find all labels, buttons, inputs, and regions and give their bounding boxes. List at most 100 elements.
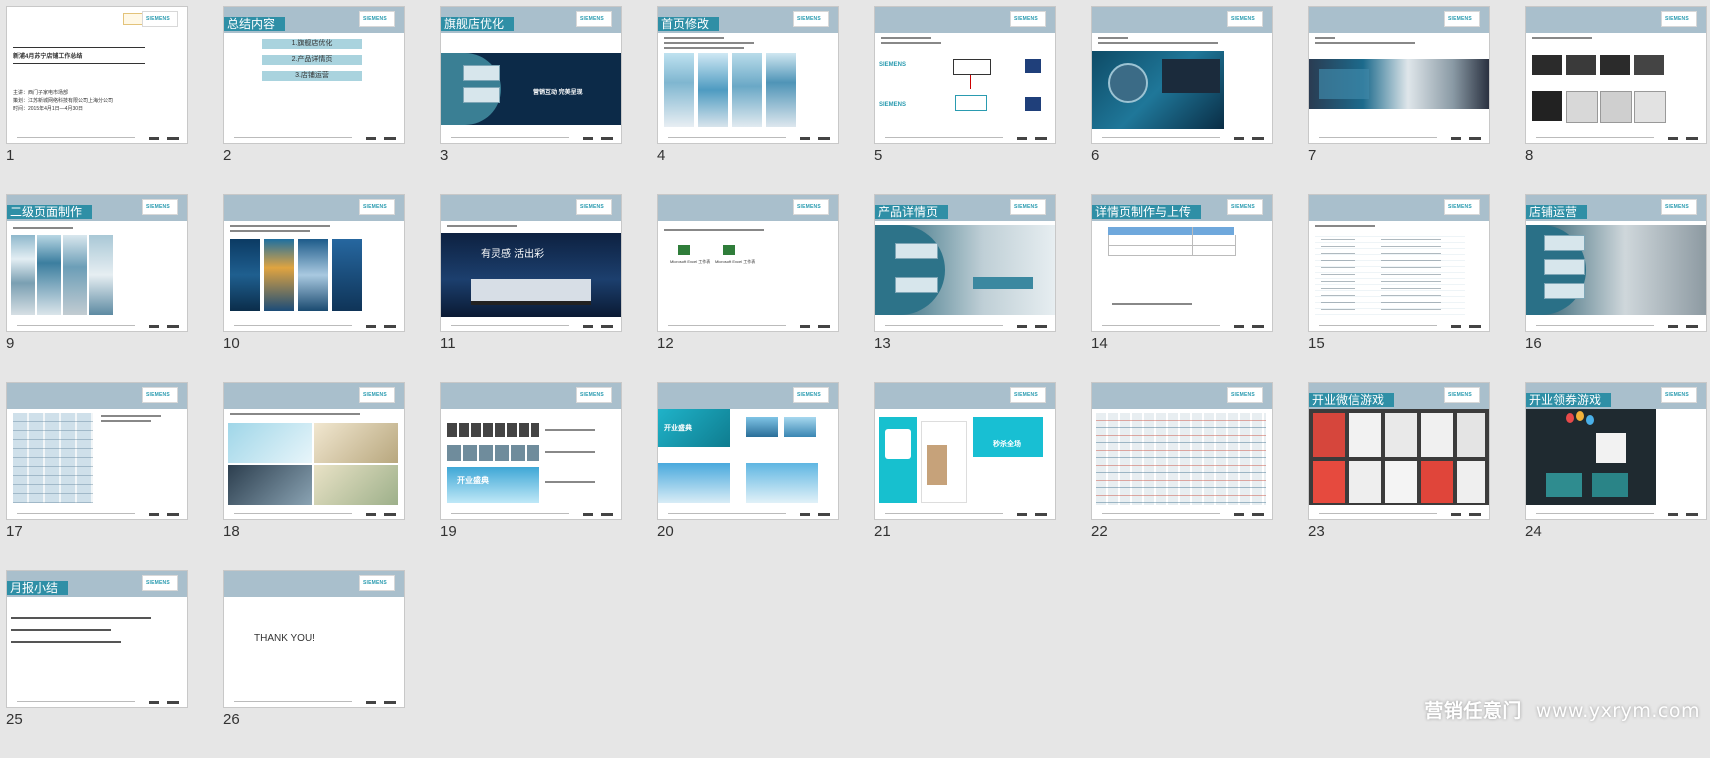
slide-thumbnail[interactable]: SIEMENS 开业盛典 — [440, 382, 622, 520]
slide-cell: 产品详情页 SIEMENS 13 — [874, 194, 1056, 382]
siemens-logo: SIEMENS — [1444, 11, 1480, 27]
flow-arrow-box — [895, 243, 938, 259]
slide-thumbnail[interactable]: 旗舰店优化 SIEMENS 营销互动 完美呈现 — [440, 6, 622, 144]
slide-thumbnail[interactable]: SIEMENS — [1308, 194, 1490, 332]
slide-thumbnail[interactable]: 详情页制作与上传 SIEMENS — [1091, 194, 1273, 332]
slide-number: 22 — [1091, 523, 1108, 540]
slide-thumbnail[interactable]: 月报小结 SIEMENS — [6, 570, 188, 708]
slide-title: 店铺运营 — [1526, 205, 1588, 219]
slide-number: 11 — [440, 335, 456, 352]
slide-thumbnail[interactable]: SIEMENS SIEMENS SIEMENS — [874, 6, 1056, 144]
slide-thumbnail[interactable]: 开业领券游戏 SIEMENS — [1525, 382, 1707, 520]
slide-number: 5 — [874, 147, 883, 164]
slide-number: 14 — [1091, 335, 1108, 352]
slide-cell: SIEMENS SIEMENS SIEMENS 5 — [874, 6, 1056, 194]
siemens-logo: SIEMENS — [359, 199, 395, 215]
flow-arrow-box — [1544, 235, 1585, 251]
slide-cell: SIEMENS 7 — [1308, 6, 1490, 194]
slide-thumbnail[interactable]: SIEMENS — [223, 382, 405, 520]
slide-title: 二级页面制作 — [7, 205, 93, 219]
promo-text: 秒杀全场 — [993, 441, 1021, 448]
siemens-logo: SIEMENS — [879, 62, 907, 68]
slide-number: 13 — [874, 335, 891, 352]
slide-cell: SIEMENS 秒杀全场 21 — [874, 382, 1056, 570]
slide-cell: SIEMENS 开业盛典 20 — [657, 382, 839, 570]
slide-title: 开业领券游戏 — [1526, 393, 1612, 407]
slide-thumbnail[interactable]: 开业微信游戏 SIEMENS — [1308, 382, 1490, 520]
siemens-logo: SIEMENS — [1010, 199, 1046, 215]
slide-number: 9 — [6, 335, 15, 352]
slide-cell: 月报小结 SIEMENS 25 — [6, 570, 188, 758]
slide-number: 10 — [223, 335, 240, 352]
slide-thumbnail[interactable]: SIEMENS — [1308, 6, 1490, 144]
siemens-logo: SIEMENS — [793, 199, 829, 215]
flow-arrow-box — [1544, 259, 1585, 275]
slide-cell: SIEMENS 17 — [6, 382, 188, 570]
slide-number: 2 — [223, 147, 232, 164]
flow-arrow-box — [1544, 283, 1585, 299]
slide-cell: 店铺运营 SIEMENS 16 — [1525, 194, 1707, 382]
siemens-logo: SIEMENS — [1227, 199, 1263, 215]
slide-thumbnail[interactable]: SIEMENS THANK YOU! — [223, 570, 405, 708]
agenda-item: 1.旗舰店优化 — [262, 39, 362, 49]
banner-text: 有灵感 活出彩 — [481, 249, 545, 260]
file-label: Microsoft Excel 工作表 — [715, 259, 756, 264]
siemens-logo: SIEMENS — [1661, 199, 1697, 215]
slide-cell: 总结内容 SIEMENS 1.旗舰店优化 2.产品详情页 3.店铺运营 2 — [223, 6, 405, 194]
slide-thumbnail[interactable]: SIEMENS Microsoft Excel 工作表 Microsoft Ex… — [657, 194, 839, 332]
slide-thumbnail[interactable]: SIEMENS — [1091, 6, 1273, 144]
slide-title: 产品详情页 — [875, 205, 949, 219]
slide-thumbnail[interactable]: 首页修改 SIEMENS — [657, 6, 839, 144]
slide-text: 时间：2015年4月1日—4月30日 — [13, 106, 84, 112]
slide-thumbnail[interactable]: 产品详情页 SIEMENS — [874, 194, 1056, 332]
slide-thumbnail[interactable]: 二级页面制作 SIEMENS — [6, 194, 188, 332]
slide-cell: SIEMENS 10 — [223, 194, 405, 382]
siemens-logo: SIEMENS — [576, 387, 612, 403]
siemens-logo: SIEMENS — [142, 11, 178, 27]
slide-thumbnail[interactable]: SIEMENS — [6, 382, 188, 520]
slide-thumbnail[interactable]: SIEMENS — [1091, 382, 1273, 520]
banner-text: 开业盛典 — [664, 425, 692, 432]
slide-title: 旗舰店优化 — [441, 17, 515, 31]
siemens-logo: SIEMENS — [1010, 11, 1046, 27]
slide-cell: 旗舰店优化 SIEMENS 营销互动 完美呈现 3 — [440, 6, 622, 194]
slide-thumbnail[interactable]: SIEMENS 新浦4月苏宁店铺工作总结 主讲：西门子家电市场部 策划：江苏新城… — [6, 6, 188, 144]
slide-thumbnail[interactable]: SIEMENS 秒杀全场 — [874, 382, 1056, 520]
slide-text: 主讲：西门子家电市场部 — [13, 90, 69, 96]
slide-cell: SIEMENS THANK YOU! 26 — [223, 570, 405, 758]
slide-cell: SIEMENS 新浦4月苏宁店铺工作总结 主讲：西门子家电市场部 策划：江苏新城… — [6, 6, 188, 194]
siemens-logo: SIEMENS — [1444, 199, 1480, 215]
slide-title: 首页修改 — [658, 17, 720, 31]
slide-title: 总结内容 — [224, 17, 286, 31]
slide-number: 25 — [6, 711, 23, 728]
slide-thumbnail[interactable]: 店铺运营 SIEMENS — [1525, 194, 1707, 332]
siemens-logo: SIEMENS — [1661, 11, 1697, 27]
slide-thumbnail[interactable]: SIEMENS 有灵感 活出彩 — [440, 194, 622, 332]
slide-thumbnail[interactable]: 总结内容 SIEMENS 1.旗舰店优化 2.产品详情页 3.店铺运营 — [223, 6, 405, 144]
slide-thumbnail[interactable]: SIEMENS — [1525, 6, 1707, 144]
agenda-item: 2.产品详情页 — [262, 55, 362, 65]
siemens-logo: SIEMENS — [142, 199, 178, 215]
siemens-logo: SIEMENS — [142, 387, 178, 403]
slide-number: 18 — [223, 523, 240, 540]
site-watermark: 营销任意门 www.yxrym.com — [1424, 700, 1700, 722]
slide-thumbnail[interactable]: SIEMENS 开业盛典 — [657, 382, 839, 520]
flow-arrow-box — [463, 87, 500, 103]
slide-number: 23 — [1308, 523, 1325, 540]
siemens-logo: SIEMENS — [1227, 11, 1263, 27]
siemens-logo: SIEMENS — [359, 11, 395, 27]
slide-title: 开业微信游戏 — [1309, 393, 1395, 407]
agenda-item: 3.店铺运营 — [262, 71, 362, 81]
excel-icon — [678, 245, 690, 255]
slide-cell: SIEMENS 15 — [1308, 194, 1490, 382]
slide-number: 16 — [1525, 335, 1542, 352]
slide-number: 26 — [223, 711, 240, 728]
siemens-logo: SIEMENS — [576, 11, 612, 27]
slide-cell: 二级页面制作 SIEMENS 9 — [6, 194, 188, 382]
slide-number: 19 — [440, 523, 457, 540]
slide-number: 21 — [874, 523, 891, 540]
slide-cell: SIEMENS 有灵感 活出彩 11 — [440, 194, 622, 382]
siemens-logo: SIEMENS — [142, 575, 178, 591]
slide-number: 12 — [657, 335, 674, 352]
slide-thumbnail[interactable]: SIEMENS — [223, 194, 405, 332]
